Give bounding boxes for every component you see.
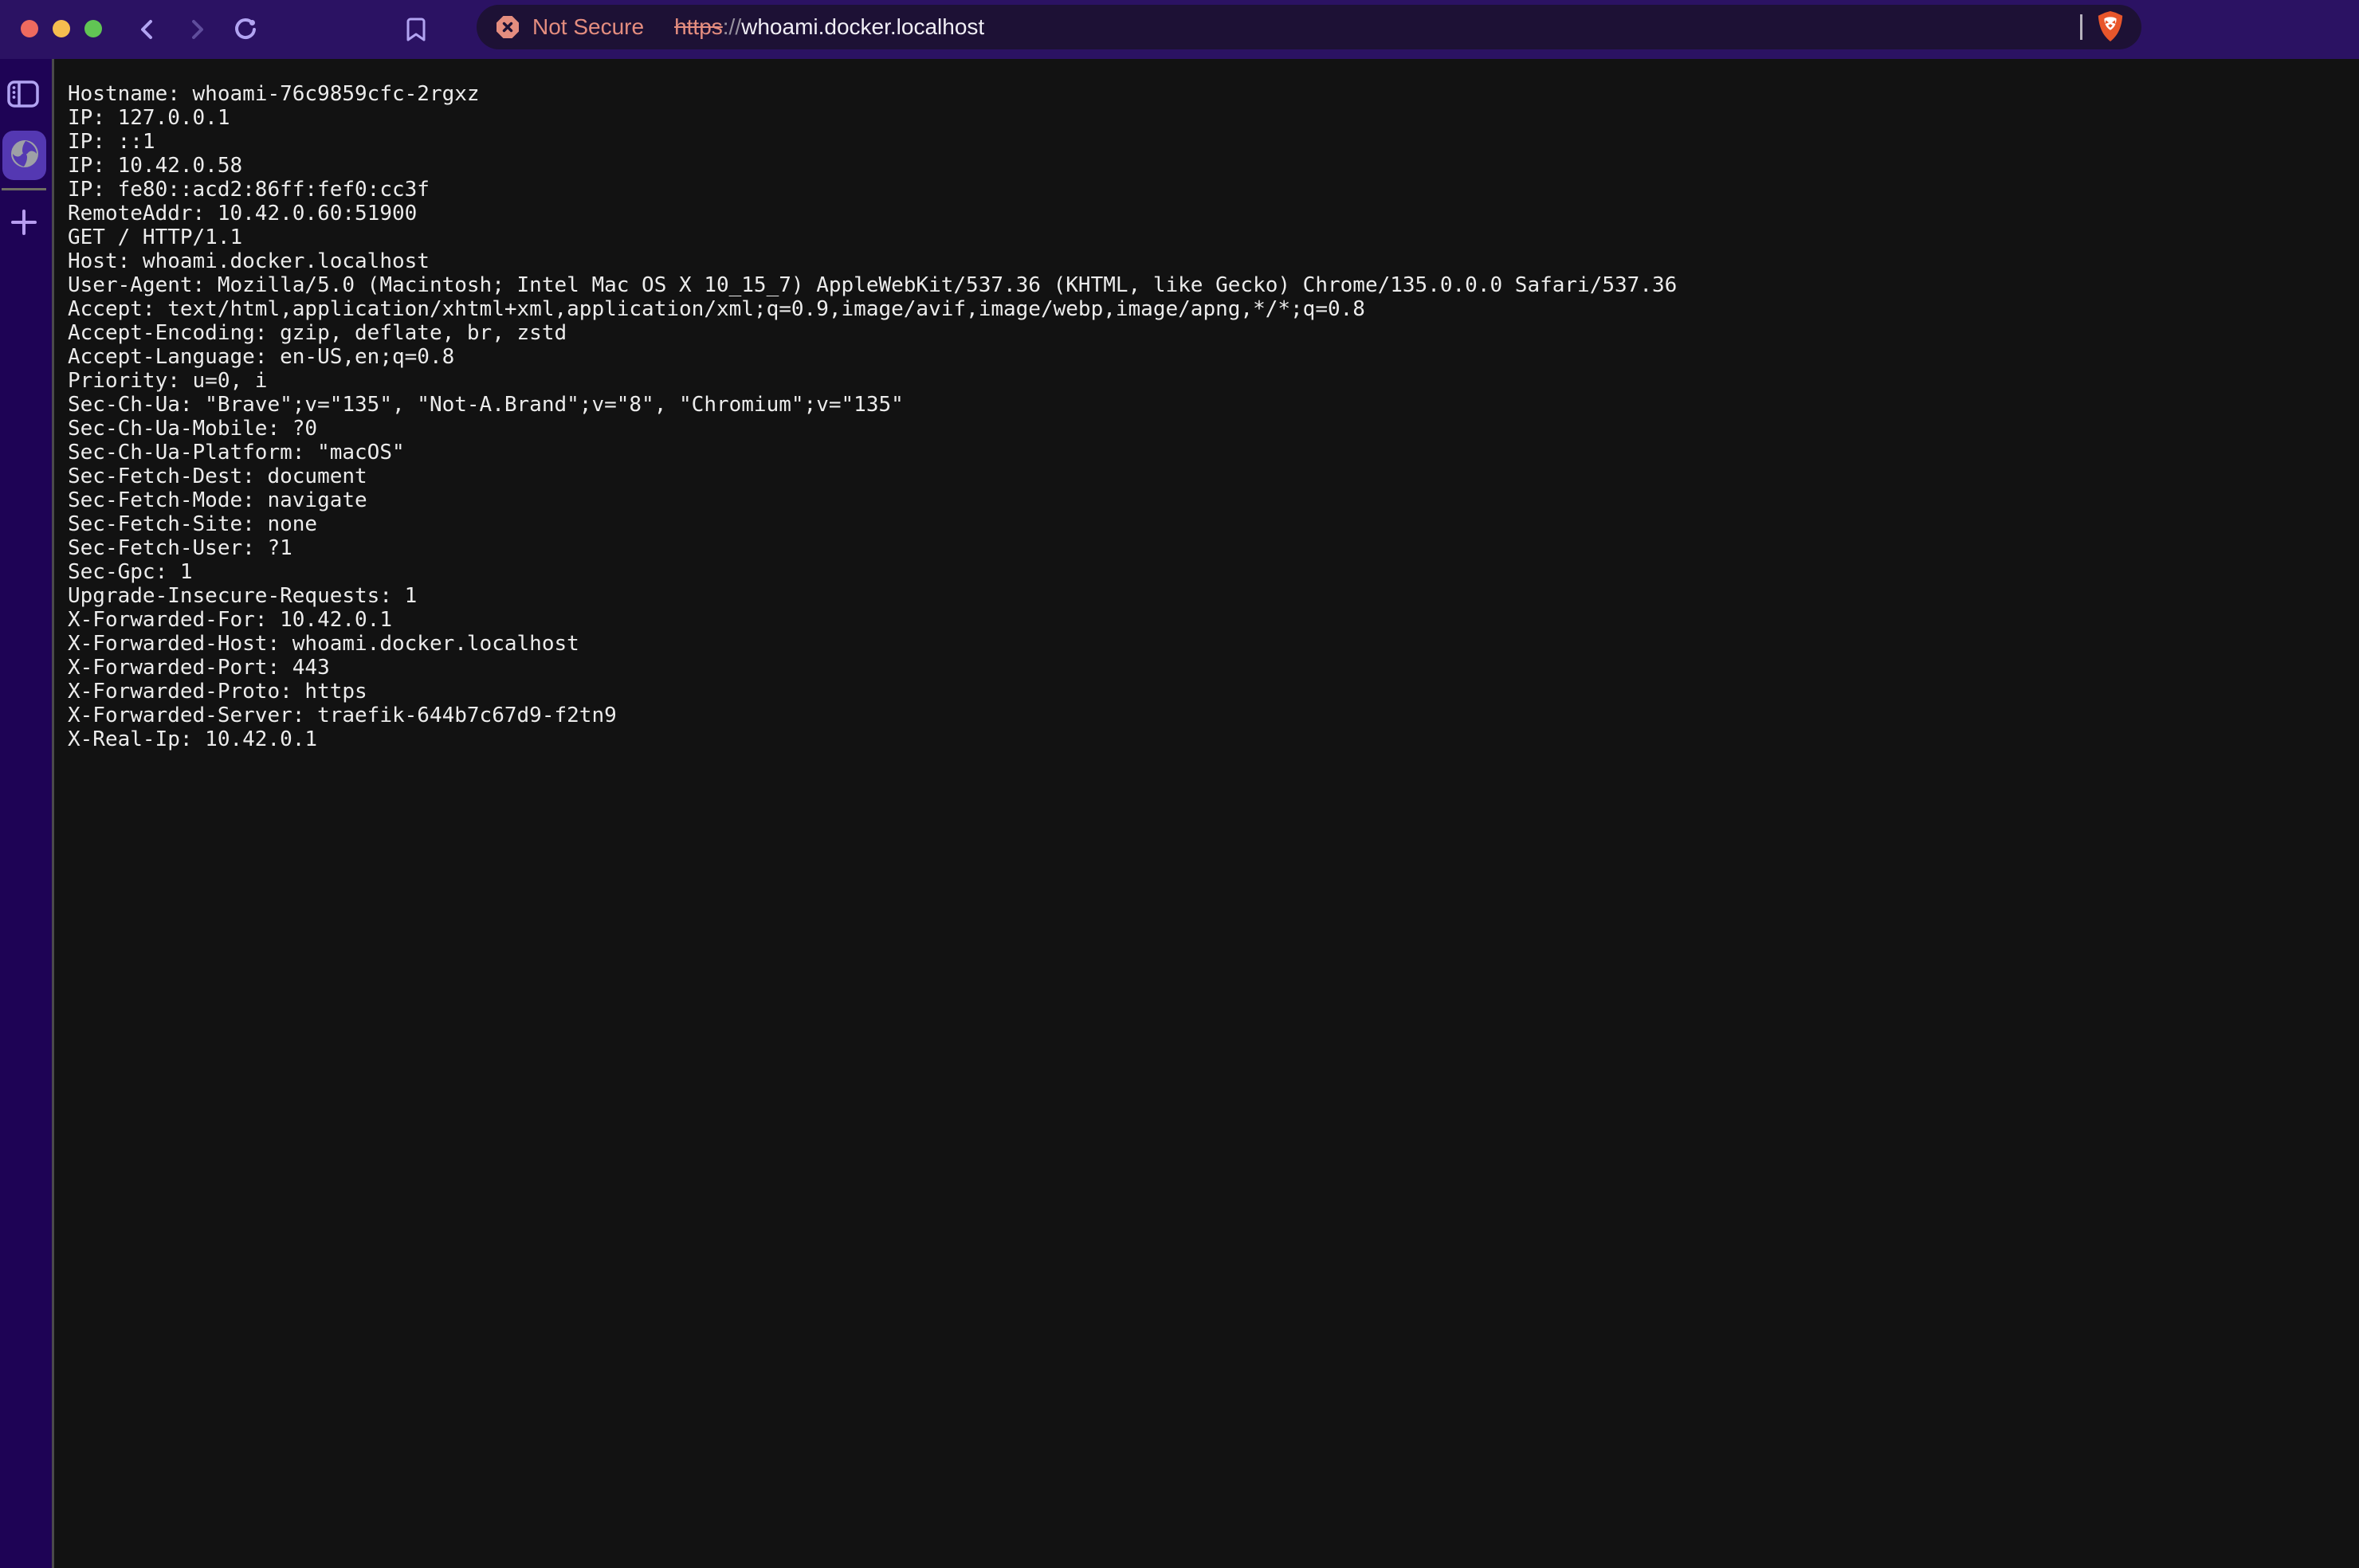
url-text: https://whoami.docker.localhost — [674, 14, 984, 40]
panel-toggle-icon — [6, 79, 40, 112]
sidebar-toggle-button[interactable] — [6, 80, 40, 110]
close-window-button[interactable] — [21, 20, 38, 37]
url-scheme-separator: :// — [723, 14, 741, 39]
brave-shield-icon — [2095, 9, 2125, 46]
active-tab-whoami[interactable] — [2, 131, 46, 180]
vertical-tabs-sidebar — [0, 59, 52, 1568]
back-button[interactable] — [133, 16, 162, 45]
reload-icon — [230, 15, 259, 46]
globe-favicon-icon — [10, 139, 39, 172]
urlbar-divider — [2080, 14, 2082, 40]
chevron-left-icon — [134, 15, 161, 46]
forward-button[interactable] — [183, 16, 211, 45]
not-secure-icon[interactable] — [496, 15, 520, 39]
new-tab-button[interactable] — [10, 210, 37, 237]
page-content: Hostname: whoami-76c9859cfc-2rgxz IP: 12… — [54, 59, 2359, 1568]
whoami-response-text: Hostname: whoami-76c9859cfc-2rgxz IP: 12… — [68, 82, 2359, 751]
address-bar[interactable]: Not Secure https://whoami.docker.localho… — [477, 5, 2141, 49]
minimize-window-button[interactable] — [53, 20, 70, 37]
sidebar-divider — [2, 188, 46, 190]
not-secure-label: Not Secure — [532, 14, 644, 40]
zoom-window-button[interactable] — [84, 20, 102, 37]
plus-icon — [10, 209, 37, 238]
bookmark-icon — [406, 15, 426, 46]
reload-button[interactable] — [230, 16, 259, 45]
url-scheme: https — [674, 14, 723, 39]
chevron-right-icon — [183, 15, 210, 46]
brave-shield-button[interactable] — [2095, 10, 2125, 45]
browser-toolbar: Not Secure https://whoami.docker.localho… — [0, 0, 2359, 59]
url-host: whoami.docker.localhost — [741, 14, 984, 39]
bookmark-button[interactable] — [402, 16, 430, 45]
